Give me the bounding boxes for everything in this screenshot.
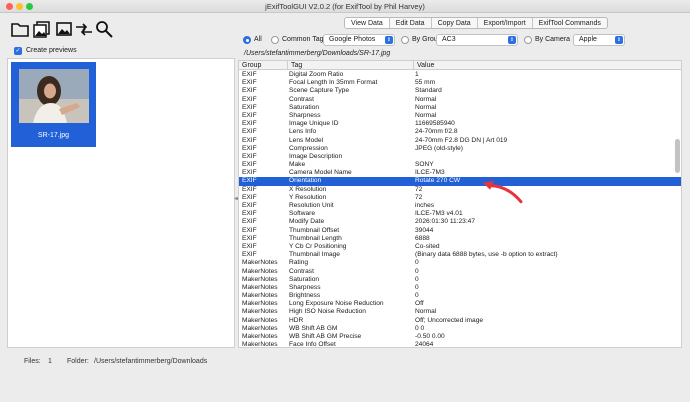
radio-by-camera-label: By Camera xyxy=(535,36,571,43)
create-previews-label: Create previews xyxy=(26,47,77,54)
common-tags-select-value: Google Photos xyxy=(329,36,376,43)
radio-by-camera[interactable] xyxy=(524,36,532,44)
tab-export-import[interactable]: Export/Import xyxy=(478,18,533,28)
open-images-icon[interactable] xyxy=(32,19,52,39)
radio-common-tags[interactable] xyxy=(271,36,279,44)
tab-bar: View Data Edit Data Copy Data Export/Imp… xyxy=(344,17,608,29)
toolbar xyxy=(0,13,236,43)
status-bar: Files: 1 Folder: /Users/stefantimmerberg… xyxy=(0,355,690,368)
tab-edit-data[interactable]: Edit Data xyxy=(390,18,432,28)
folder-label: Folder: xyxy=(67,358,89,365)
title-bar: jExifToolGUI V2.0.2 (for ExifTool by Phi… xyxy=(0,0,690,13)
tab-view-data[interactable]: View Data xyxy=(345,18,390,28)
radio-all-label: All xyxy=(254,36,262,43)
thumbnail-item[interactable]: SR-17.jpg xyxy=(11,62,96,147)
tab-copy-data[interactable]: Copy Data xyxy=(432,18,478,28)
radio-common-tags-label: Common Tags xyxy=(282,36,328,43)
by-camera-select-value: Apple xyxy=(579,36,597,43)
chevron-updown-icon: ⇕ xyxy=(615,36,623,44)
image-icon[interactable] xyxy=(54,19,74,39)
window-title: jExifToolGUI V2.0.2 (for ExifTool by Phi… xyxy=(265,2,425,11)
by-group-select[interactable]: AC3 ⇕ xyxy=(436,34,518,46)
thumbnail-filename: SR-17.jpg xyxy=(37,132,70,139)
metadata-table: Group Tag Value EXIF Digital Zoom Ratio 1 E… xyxy=(238,60,682,348)
annotation-arrow xyxy=(483,180,523,204)
chevron-updown-icon: ⇕ xyxy=(385,36,393,44)
files-label: Files: xyxy=(24,358,41,365)
search-icon[interactable] xyxy=(94,19,114,39)
compare-icon[interactable] xyxy=(74,19,94,39)
common-tags-select[interactable]: Google Photos ⇕ xyxy=(323,34,395,46)
tab-exiftool-commands[interactable]: ExifTool Commands xyxy=(533,18,607,28)
radio-all[interactable] xyxy=(243,36,251,44)
files-count: 1 xyxy=(48,358,52,365)
file-path: /Users/stefantimmerberg/Downloads/SR-17.… xyxy=(244,50,391,57)
create-previews-checkbox[interactable]: ✓ Create previews xyxy=(14,45,77,56)
by-camera-select[interactable]: Apple ⇕ xyxy=(573,34,625,46)
thumbnail-image xyxy=(19,69,89,123)
folder-path: /Users/stefantimmerberg/Downloads xyxy=(94,358,208,365)
folder-icon[interactable] xyxy=(10,19,30,39)
by-group-select-value: AC3 xyxy=(442,36,456,43)
radio-by-group[interactable] xyxy=(401,36,409,44)
chevron-updown-icon: ⇕ xyxy=(508,36,516,44)
checkmark-icon: ✓ xyxy=(14,46,22,55)
thumbnail-panel: SR-17.jpg xyxy=(7,58,235,348)
